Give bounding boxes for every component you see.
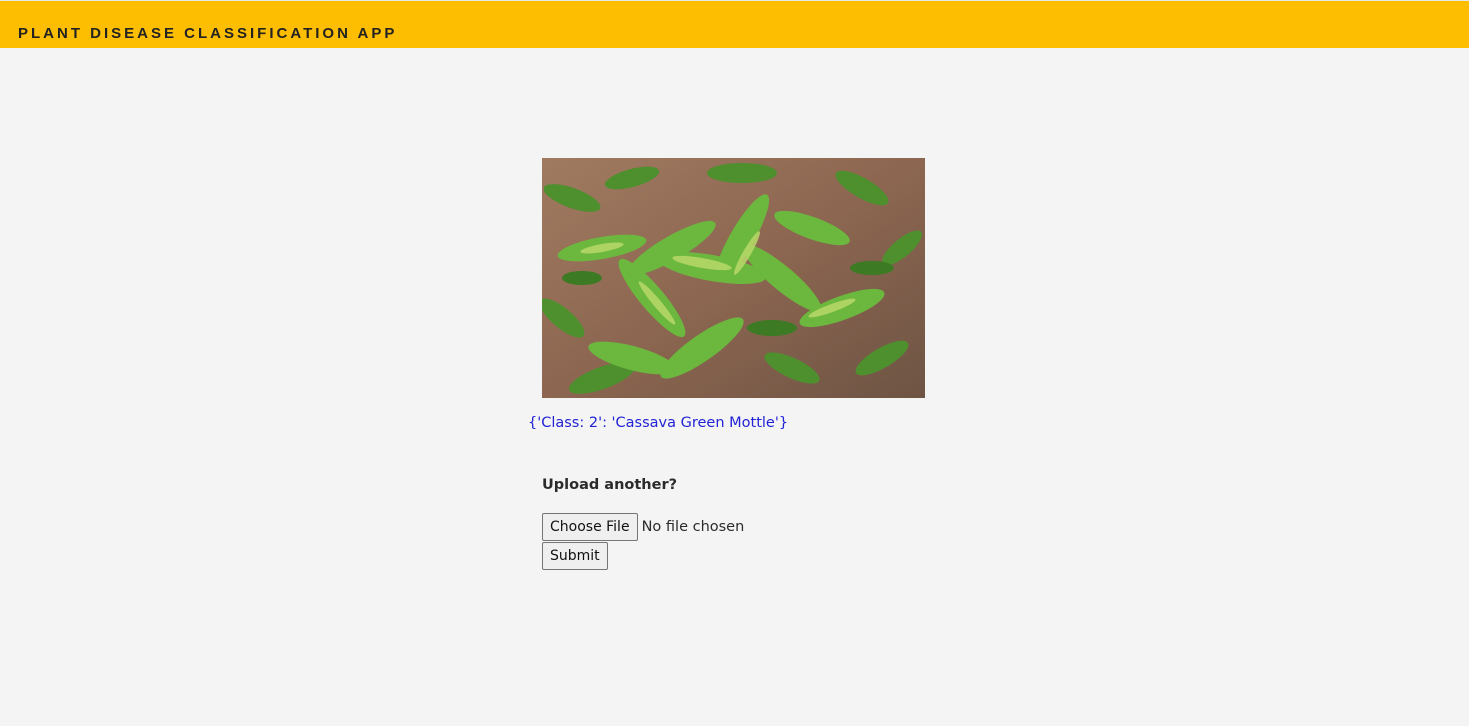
file-input[interactable]: Choose File No file chosen <box>542 513 744 541</box>
choose-file-button[interactable]: Choose File <box>542 513 638 541</box>
upload-another-label: Upload another? <box>542 477 678 493</box>
file-status-text: No file chosen <box>641 519 745 535</box>
app-title: PLANT DISEASE CLASSIFICATION APP <box>18 25 398 42</box>
plant-photo-icon <box>542 158 925 398</box>
submit-button[interactable]: Submit <box>542 542 608 570</box>
uploaded-plant-image <box>542 158 925 398</box>
app-header: PLANT DISEASE CLASSIFICATION APP <box>0 0 1469 48</box>
classification-result: {'Class: 2': 'Cassava Green Mottle'} <box>528 415 789 431</box>
